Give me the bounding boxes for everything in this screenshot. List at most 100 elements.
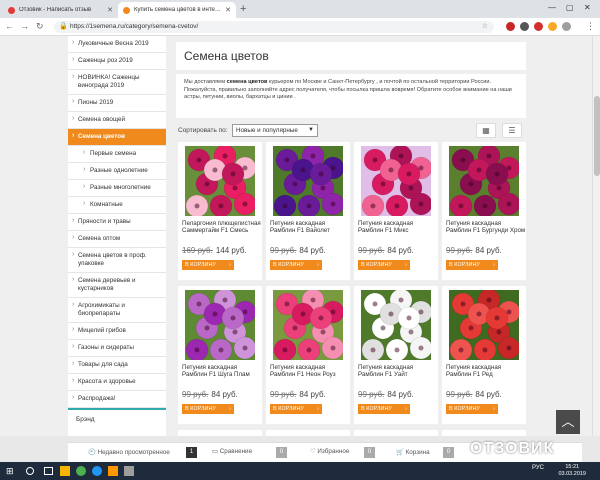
product-card[interactable]: Пеларгония плющелистная Саммертайм F1 См… — [178, 142, 262, 280]
product-card-partial[interactable] — [354, 430, 438, 436]
product-photo[interactable] — [185, 146, 255, 216]
product-photo[interactable] — [449, 290, 519, 360]
add-to-cart-button[interactable]: В КОРЗИНУ › — [446, 404, 498, 414]
product-name[interactable]: Петуния каскадная Рамблин F1 Неон Роуз — [270, 364, 350, 379]
product-card-partial[interactable] — [178, 430, 262, 436]
add-to-cart-button[interactable]: В КОРЗИНУ › — [446, 260, 498, 270]
product-card-partial[interactable] — [266, 430, 350, 436]
lock-icon: 🔒 — [59, 23, 68, 30]
product-name[interactable]: Пеларгония плющелистная Саммертайм F1 См… — [182, 220, 262, 235]
product-card[interactable]: Петуния каскадная Рамблин F1 Шуга Плам 99… — [178, 286, 262, 424]
search-icon[interactable] — [26, 467, 34, 475]
sidebar-item[interactable]: Разные однолетние — [68, 163, 166, 180]
cart-count-badge: 0 — [443, 447, 454, 458]
product-name[interactable]: Петуния каскадная Рамблин F1 Микс — [358, 220, 438, 235]
chevron-down-icon: ▼ — [308, 127, 314, 133]
sidebar-item[interactable]: НОВИНКА! Саженцы винограда 2019 — [68, 70, 166, 95]
add-to-cart-button[interactable]: В КОРЗИНУ › — [358, 260, 410, 270]
sidebar-item[interactable]: Пряности и травы — [68, 214, 166, 231]
extension-icon[interactable] — [534, 22, 543, 31]
sidebar-item[interactable]: Агрохимикаты и биопрепараты — [68, 298, 166, 323]
recent-viewed-link[interactable]: 🕘 Недавно просмотренное — [88, 448, 170, 456]
url-input[interactable]: 🔒 https://1semena.ru/category/semena-cve… — [54, 21, 494, 33]
scrollbar-thumb[interactable] — [594, 96, 600, 176]
product-photo[interactable] — [361, 290, 431, 360]
sidebar-item[interactable]: Пионы 2019 — [68, 95, 166, 112]
product-name[interactable]: Петуния каскадная Рамблин F1 Уайт — [358, 364, 438, 379]
extension-icon[interactable] — [520, 22, 529, 31]
maximize-icon[interactable]: ▢ — [566, 3, 574, 13]
product-photo[interactable] — [273, 290, 343, 360]
reload-icon[interactable]: ↻ — [36, 21, 44, 32]
product-card[interactable]: Петуния каскадная Рамблин F1 Уайт 99 руб.… — [354, 286, 438, 424]
sidebar-item[interactable]: Луковичные Весна 2019 — [68, 36, 166, 53]
product-card[interactable]: Петуния каскадная Рамблин F1 Микс 99 руб.… — [354, 142, 438, 280]
page-scrollbar[interactable] — [592, 36, 600, 436]
browser-tab-semena[interactable]: Купить семена цветов в интер... ✕ — [118, 2, 236, 18]
language-indicator[interactable]: РУС — [532, 465, 544, 471]
user-avatar-icon[interactable] — [562, 22, 571, 31]
scroll-to-top-button[interactable]: ︿ — [556, 410, 580, 434]
extension-icon[interactable] — [506, 22, 515, 31]
list-view-button[interactable]: ☰ — [502, 123, 522, 138]
sidebar-item[interactable]: Семена цветов в проф. упаковке — [68, 248, 166, 273]
browser-tab-otzovik[interactable]: Отзовик - Написать отзыв ✕ — [3, 2, 118, 18]
chrome-icon[interactable] — [76, 466, 86, 476]
product-photo[interactable] — [361, 146, 431, 216]
product-name[interactable]: Петуния каскадная Рамблин F1 Ред — [446, 364, 526, 379]
favorites-link[interactable]: ♡ Избранное — [310, 448, 349, 455]
sort-select[interactable]: Новые и популярные ▼ — [232, 124, 318, 137]
sidebar-item[interactable]: Семена оптом — [68, 231, 166, 248]
close-window-icon[interactable]: ✕ — [584, 3, 591, 13]
sidebar-item[interactable]: Семена овощей — [68, 112, 166, 129]
add-to-cart-button[interactable]: В КОРЗИНУ › — [358, 404, 410, 414]
app-icon[interactable] — [124, 466, 134, 476]
cart-link[interactable]: 🛒 Корзина — [396, 448, 430, 456]
sidebar-item[interactable]: Распродажа! — [68, 391, 166, 408]
product-card[interactable]: Петуния каскадная Рамблин F1 Вайолет 99 р… — [266, 142, 350, 280]
task-view-icon[interactable] — [44, 467, 53, 475]
product-photo[interactable] — [273, 146, 343, 216]
close-tab-icon[interactable]: ✕ — [225, 6, 231, 14]
product-name[interactable]: Петуния каскадная Рамблин F1 Шуга Плам — [182, 364, 262, 379]
compare-link[interactable]: ▭ Сравнение — [212, 448, 252, 455]
sidebar-item[interactable]: Мицелий грибов — [68, 323, 166, 340]
add-to-cart-button[interactable]: В КОРЗИНУ › — [182, 260, 234, 270]
sidebar-item[interactable]: Первые семена — [68, 146, 166, 163]
product-name[interactable]: Петуния каскадная Рамблин F1 Бургунди Хр… — [446, 220, 526, 235]
new-tab-button[interactable]: + — [240, 3, 246, 15]
product-card[interactable]: Петуния каскадная Рамблин F1 Бургунди Хр… — [442, 142, 526, 280]
product-name[interactable]: Петуния каскадная Рамблин F1 Вайолет — [270, 220, 350, 235]
product-photo[interactable] — [449, 146, 519, 216]
sidebar-item[interactable]: Товары для сада — [68, 357, 166, 374]
add-to-cart-button[interactable]: В КОРЗИНУ › — [182, 404, 234, 414]
file-explorer-icon[interactable] — [60, 466, 70, 476]
extension-icon[interactable] — [548, 22, 557, 31]
product-card-partial[interactable] — [442, 430, 526, 436]
sidebar-item[interactable]: Семена деревьев и кустарников — [68, 273, 166, 298]
sidebar-item[interactable]: Семена цветов — [68, 129, 166, 146]
app-icon[interactable] — [108, 466, 118, 476]
sidebar-item[interactable]: Саженцы роз 2019 — [68, 53, 166, 70]
browser-menu-icon[interactable]: ⋮ — [586, 21, 595, 32]
add-to-cart-button[interactable]: В КОРЗИНУ › — [270, 260, 322, 270]
sidebar-item[interactable]: Комнатные — [68, 197, 166, 214]
product-photo[interactable] — [185, 290, 255, 360]
back-arrow-icon[interactable]: ← — [5, 21, 14, 32]
sidebar-item[interactable]: Разные многолетние — [68, 180, 166, 197]
forward-arrow-icon[interactable]: → — [20, 21, 29, 32]
close-tab-icon[interactable]: ✕ — [107, 6, 113, 14]
windows-start-icon[interactable]: ⊞ — [6, 466, 16, 476]
edge-icon[interactable] — [92, 466, 102, 476]
sidebar-item[interactable]: Красота и здоровье — [68, 374, 166, 391]
add-to-cart-button[interactable]: В КОРЗИНУ › — [270, 404, 322, 414]
taskbar-clock[interactable]: 15:21 03.03.2019 — [558, 464, 586, 478]
bookmark-star-icon[interactable]: ☆ — [482, 21, 488, 33]
intro-text: Мы доставляем семена цветов курьером по … — [176, 74, 526, 118]
grid-view-button[interactable]: ▦ — [476, 123, 496, 138]
sidebar-item[interactable]: Газоны и сидераты — [68, 340, 166, 357]
product-card[interactable]: Петуния каскадная Рамблин F1 Неон Роуз 99… — [266, 286, 350, 424]
minimize-icon[interactable]: — — [548, 3, 556, 13]
product-prices: 99 руб. 84 руб. — [270, 390, 326, 399]
product-card[interactable]: Петуния каскадная Рамблин F1 Ред 99 руб. 8… — [442, 286, 526, 424]
